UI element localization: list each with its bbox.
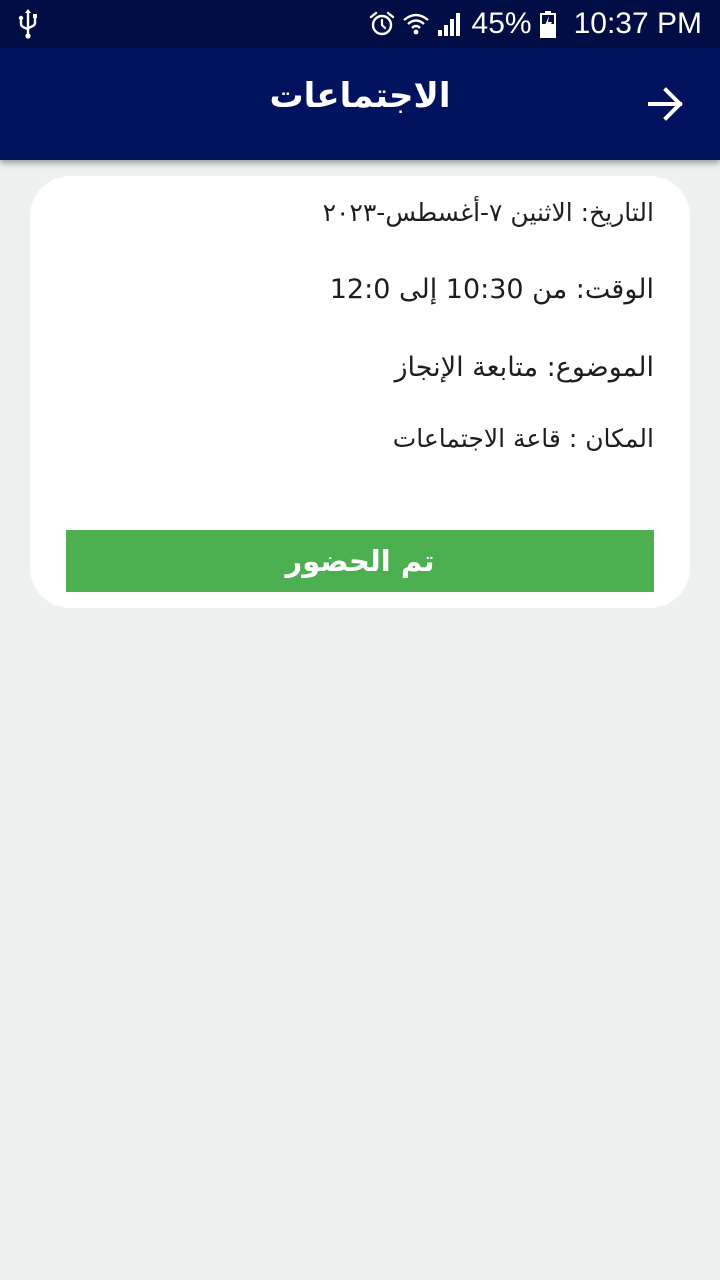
place-label: المكان : bbox=[568, 424, 654, 453]
subject-label: الموضوع: bbox=[546, 352, 654, 383]
app-bar: الاجتماعات bbox=[0, 48, 720, 160]
battery-icon bbox=[539, 11, 556, 38]
date-row: التاريخ: الاثنين ٧-أغسطس-٢٠٢٣ bbox=[66, 198, 654, 227]
date-value: الاثنين ٧-أغسطس-٢٠٢٣ bbox=[322, 198, 573, 227]
time-row: الوقت: من 10:30 إلى 12:0 bbox=[66, 274, 654, 305]
time-value: من 10:30 إلى 12:0 bbox=[329, 274, 568, 305]
place-value: قاعة الاجتماعات bbox=[392, 424, 561, 453]
battery-percent: 45% bbox=[471, 7, 532, 40]
wifi-icon bbox=[402, 13, 429, 35]
meeting-card: التاريخ: الاثنين ٧-أغسطس-٢٠٢٣ الوقت: من … bbox=[30, 176, 690, 608]
arrow-right-icon[interactable] bbox=[644, 82, 688, 126]
subject-row: الموضوع: متابعة الإنجاز bbox=[66, 352, 654, 383]
status-bar: 45% 10:37 PM bbox=[0, 0, 720, 48]
signal-icon bbox=[437, 13, 460, 36]
clock: 10:37 PM bbox=[573, 7, 702, 40]
subject-value: متابعة الإنجاز bbox=[394, 352, 539, 383]
attended-button[interactable]: تم الحضور bbox=[66, 530, 654, 592]
date-label: التاريخ: bbox=[580, 198, 654, 227]
page-title: الاجتماعات bbox=[269, 76, 451, 116]
time-label: الوقت: bbox=[575, 274, 654, 305]
usb-icon bbox=[18, 9, 37, 39]
alarm-icon bbox=[369, 11, 394, 36]
place-row: المكان : قاعة الاجتماعات bbox=[66, 424, 654, 453]
